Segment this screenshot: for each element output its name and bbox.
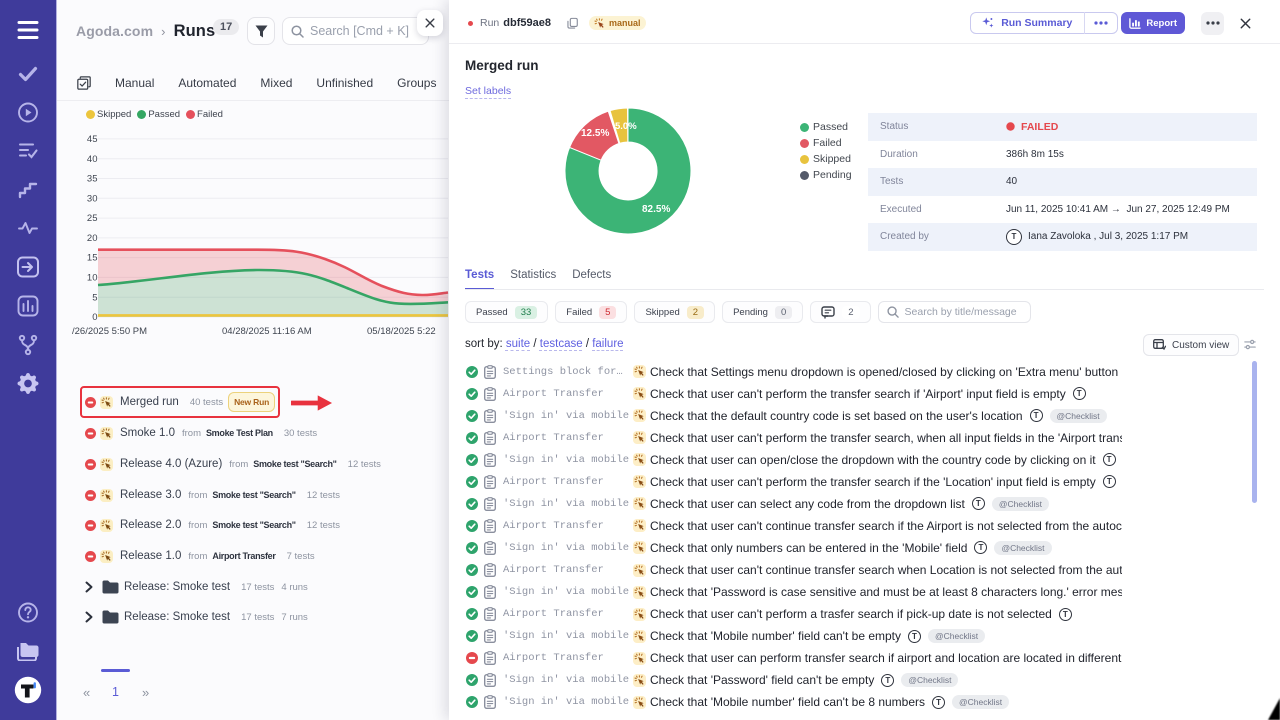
svg-text:30: 30 — [87, 193, 98, 204]
svg-text:05/18/2025 5:22: 05/18/2025 5:22 — [367, 326, 436, 337]
svg-text:35: 35 — [87, 174, 98, 185]
svg-text:45: 45 — [87, 134, 98, 145]
svg-text:04/28/2025 11:16 AM: 04/28/2025 11:16 AM — [222, 326, 312, 337]
svg-text:25: 25 — [87, 213, 98, 224]
svg-text:5.0%: 5.0% — [615, 121, 637, 132]
svg-text:/26/2025 5:50 PM: /26/2025 5:50 PM — [72, 326, 147, 337]
svg-text:82.5%: 82.5% — [642, 204, 670, 215]
svg-text:12.5%: 12.5% — [581, 128, 609, 139]
svg-text:40: 40 — [87, 154, 98, 165]
svg-text:15: 15 — [87, 253, 98, 264]
svg-text:10: 10 — [87, 273, 98, 284]
svg-text:0: 0 — [92, 312, 97, 323]
svg-text:20: 20 — [87, 233, 98, 244]
svg-text:5: 5 — [92, 292, 97, 303]
